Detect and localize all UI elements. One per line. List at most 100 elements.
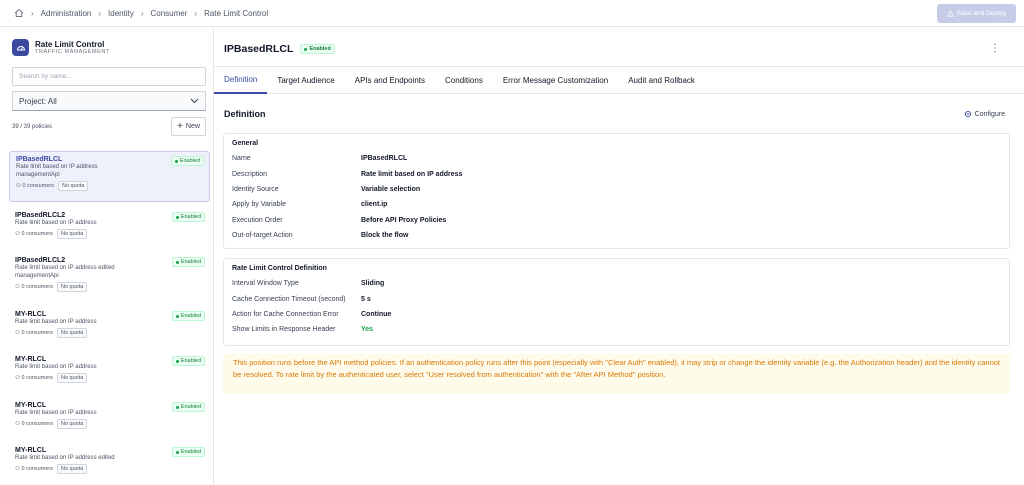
top-bar: › Administration › Identity › Consumer ›… (0, 0, 1024, 27)
status-label: Enabled (180, 358, 201, 364)
policy-list-item[interactable]: MY-RLCL Rate limit based on IP address ⚇… (9, 352, 210, 398)
field-label: Name (232, 155, 251, 163)
warning-banner: This position runs before the API method… (223, 354, 1010, 394)
status-badge: Enabled (170, 156, 204, 166)
status-dot-icon (304, 47, 308, 51)
consumer-count: 0 consumers (21, 375, 53, 381)
card-title: Rate Limit Control Definition (232, 265, 327, 272)
field-label: Identity Source (232, 185, 279, 193)
users-icon: ⚇ (15, 231, 20, 237)
status-dot-icon (175, 215, 179, 219)
users-icon: ⚇ (15, 330, 20, 336)
detail-panel: IPBasedRLCL Enabled ⋮ Definition Target … (214, 28, 1024, 485)
search-input[interactable]: Search by name... (12, 67, 206, 86)
breadcrumb-item-current: Rate Limit Control (204, 8, 269, 18)
policy-list-item[interactable]: MY-RLCL Rate limit based on IP address ⚇… (9, 307, 210, 352)
policy-list-item[interactable]: IPBasedRLCL Rate limit based on IP addre… (9, 151, 210, 202)
tab-apis-and-endpoints[interactable]: APIs and Endpoints (345, 67, 435, 94)
new-policy-button[interactable]: + New (171, 117, 206, 136)
project-select-label: Project: All (19, 96, 57, 106)
policy-description-extra: managementApi (16, 172, 60, 178)
page-title: IPBasedRLCL Enabled (224, 43, 335, 55)
save-and-deploy-label: Save and Deploy (956, 10, 1007, 17)
status-dot-icon (175, 314, 179, 318)
field-value: Rate limit based on IP address (361, 170, 463, 178)
general-card: General Name IPBasedRLCL Description Rate … (223, 133, 1010, 249)
app-header: Rate Limit Control TRAFFIC MANAGEMENT (12, 39, 110, 56)
tab-error-message-customization[interactable]: Error Message Customization (493, 67, 618, 94)
quota-badge: No quota (56, 282, 88, 292)
chevron-right-icon: › (194, 8, 198, 18)
configure-label: Configure (974, 110, 1005, 118)
field-row: Show Limits in Response Header Yes (224, 322, 1009, 337)
tab-audit-and-rollback[interactable]: Audit and Rollback (618, 67, 705, 94)
field-label: Interval Window Type (232, 280, 299, 288)
breadcrumb-item-consumer[interactable]: Consumer (151, 9, 188, 18)
field-label: Action for Cache Connection Error (232, 310, 339, 318)
policy-list-item[interactable]: MY-RLCL Rate limit based on IP address ⚇… (9, 398, 210, 443)
plus-icon: + (177, 121, 183, 132)
tab-bar: Definition Target Audience APIs and Endp… (214, 66, 1024, 94)
save-and-deploy-button[interactable]: Save and Deploy (937, 4, 1016, 23)
more-options-icon[interactable]: ⋮ (990, 43, 1000, 54)
policy-list-item[interactable]: MY-RLCL Rate limit based on IP address e… (9, 443, 210, 485)
users-icon: ⚇ (15, 466, 20, 472)
consumer-count: 0 consumers (21, 421, 53, 427)
deploy-icon (947, 10, 954, 17)
breadcrumb: › Administration › Identity › Consumer ›… (14, 8, 268, 18)
status-label: Enabled (180, 214, 201, 220)
field-value: Sliding (361, 280, 385, 288)
status-badge: Enabled (171, 402, 205, 412)
status-badge: Enabled (300, 44, 335, 54)
field-label: Apply by Variable (232, 201, 286, 209)
breadcrumb-item-administration[interactable]: Administration (41, 9, 92, 18)
consumer-count: 0 consumers (22, 183, 54, 189)
status-label: Enabled (180, 259, 201, 265)
gear-icon (964, 110, 971, 118)
policy-list-item[interactable]: IPBasedRLCL2 Rate limit based on IP addr… (9, 208, 210, 253)
status-label: Enabled (309, 46, 331, 52)
quota-badge: No quota (56, 229, 88, 239)
section-title: Definition (224, 109, 266, 119)
users-icon: ⚇ (15, 421, 20, 427)
status-label: Enabled (180, 313, 201, 319)
field-row: Description Rate limit based on IP addres… (224, 166, 1009, 181)
policy-list-item[interactable]: IPBasedRLCL2 Rate limit based on IP addr… (9, 253, 210, 307)
chevron-right-icon: › (31, 8, 34, 18)
field-value: Variable selection (361, 185, 421, 193)
status-label: Enabled (179, 158, 200, 164)
field-value: Block the flow (361, 232, 409, 240)
consumer-count: 0 consumers (21, 466, 53, 472)
status-badge: Enabled (171, 311, 205, 321)
field-value: Continue (361, 310, 392, 318)
field-row: Out-of-target Action Block the flow (224, 228, 1009, 243)
users-icon: ⚇ (15, 375, 20, 381)
card-title: General (232, 140, 259, 147)
quota-badge: No quota (57, 181, 89, 191)
status-dot-icon (174, 159, 178, 163)
tab-conditions[interactable]: Conditions (435, 67, 493, 94)
consumer-count: 0 consumers (21, 231, 53, 237)
project-select[interactable]: Project: All (12, 91, 206, 111)
chevron-right-icon: › (98, 8, 102, 18)
tab-target-audience[interactable]: Target Audience (267, 67, 344, 94)
field-value: Before API Proxy Policies (361, 216, 447, 224)
field-label: Out-of-target Action (232, 232, 293, 240)
policy-list: IPBasedRLCL Rate limit based on IP addre… (9, 151, 210, 485)
breadcrumb-item-identity[interactable]: Identity (108, 9, 134, 18)
app-title: Rate Limit Control (35, 39, 105, 49)
quota-badge: No quota (56, 373, 88, 383)
configure-button[interactable]: Configure (964, 110, 1005, 118)
status-badge: Enabled (171, 212, 205, 222)
field-row: Interval Window Type Sliding (224, 276, 1009, 291)
quota-badge: No quota (56, 419, 88, 429)
field-value: 5 s (361, 295, 371, 303)
field-row: Apply by Variable client.ip (224, 197, 1009, 212)
field-row: Action for Cache Connection Error Continu… (224, 307, 1009, 322)
status-dot-icon (175, 260, 179, 264)
rate-limit-definition-card: Rate Limit Control Definition Interval W… (223, 258, 1010, 346)
status-dot-icon (175, 450, 179, 454)
home-icon[interactable] (14, 8, 24, 18)
tab-definition[interactable]: Definition (214, 67, 268, 94)
field-label: Description (232, 170, 268, 178)
